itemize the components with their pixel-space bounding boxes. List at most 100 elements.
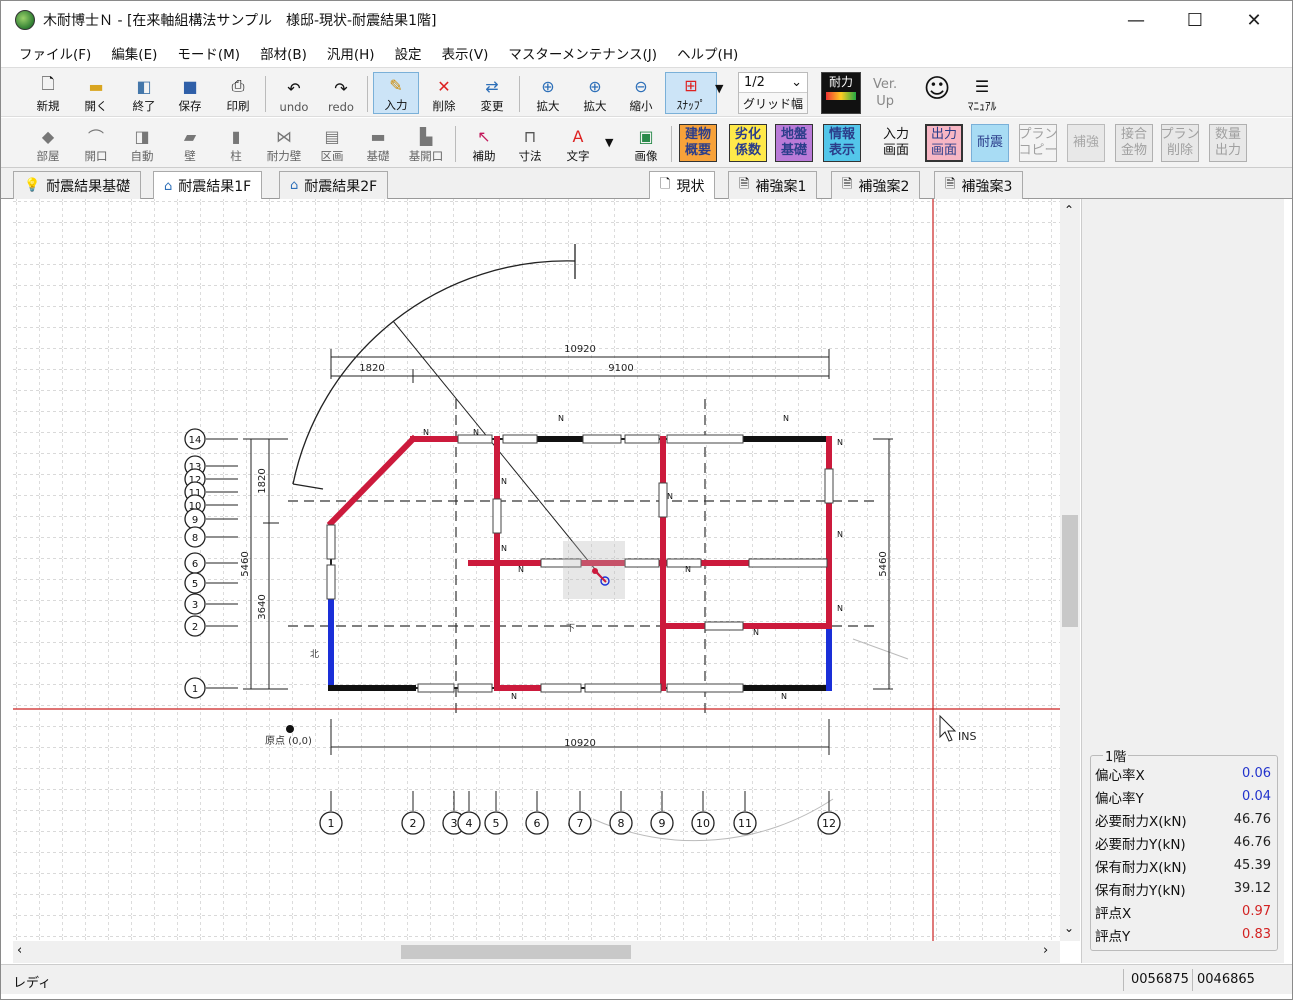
dim-left-seg: 1820 [359,363,384,374]
grid-width-select[interactable]: 1/2 ⌄ グリッド幅 [738,72,808,114]
output-screen-button[interactable]: 出力 画面 [925,124,963,162]
svg-text:N: N [501,544,507,553]
svg-text:N: N [501,477,507,486]
close-button[interactable]: ✕ [1225,1,1283,39]
redo-button[interactable]: ↷ redo [318,72,364,115]
plan-delete-button[interactable]: プラン 削除 [1161,124,1200,162]
auxiliary-button[interactable]: ↖ 補助 [461,122,507,164]
result-row: 評点X 0.97 [1095,900,1271,923]
wall-button[interactable]: ▰ 壁 [167,122,213,164]
horizontal-scroll-thumb[interactable] [401,945,631,959]
building-overview-button[interactable]: 建物 概要 [679,124,717,162]
result-value: 0.97 [1242,904,1271,919]
x-axis-label: 9 [659,817,666,830]
svg-text:N: N [473,428,479,437]
scroll-left-icon[interactable]: ‹ [17,943,22,958]
result-row: 保有耐力X(kN) 45.39 [1095,854,1271,877]
seismic-button[interactable]: 耐震 [971,124,1009,162]
zone-icon: ▤ [324,126,340,146]
svg-text:N: N [518,565,524,574]
text-button[interactable]: A 文字 [555,122,601,164]
label-lower: 下 [566,624,575,634]
zoom-in-area-button[interactable]: ⊕ 拡大 [572,72,618,114]
input-mode-button[interactable]: ✎ 入力 [373,72,419,114]
joint-hardware-button[interactable]: 接合 金物 [1115,124,1153,162]
svg-text:N: N [781,692,787,701]
reinforce-button[interactable]: 補強 [1067,124,1105,162]
menu-file[interactable]: ファイル(F) [9,43,101,63]
foundation-opening-icon: ▙ [419,126,433,146]
text-dropdown-arrow[interactable]: ▼ [605,136,613,149]
y-axis-label: 3 [192,600,198,611]
change-button[interactable]: ⇄ 変更 [469,72,515,114]
tab-seismic-2f[interactable]: ⌂ 耐震結果2F [279,171,389,199]
bearing-wall-button[interactable]: ⋈ 耐力壁 [261,122,307,164]
menu-settings[interactable]: 設定 [385,43,432,63]
maximize-button[interactable]: ☐ [1166,1,1224,39]
menu-edit[interactable]: 編集(E) [101,43,167,63]
menu-general[interactable]: 汎用(H) [317,43,385,63]
zone-button[interactable]: ▤ 区画 [309,122,355,164]
menu-view[interactable]: 表示(V) [432,43,499,63]
svg-text:N: N [783,414,789,423]
horizontal-scrollbar[interactable]: ‹ › [13,941,1060,963]
y-axis-label: 9 [192,515,198,526]
assistant-avatar[interactable]: ☺ [919,74,955,114]
auto-icon: ◨ [134,126,150,146]
chevron-down-icon: ⌄ [791,75,802,90]
menu-help[interactable]: ヘルプ(H) [667,43,748,63]
ground-foundation-button[interactable]: 地盤 基礎 [775,124,813,162]
opening-button[interactable]: ⌒ 開口 [73,122,119,164]
undo-button[interactable]: ↶ undo [271,72,317,115]
open-button[interactable]: ▬ 開く [73,72,119,114]
manual-button[interactable]: ☰ ﾏﾆｭｱﾙ [959,72,1005,114]
grid-width-label: グリッド幅 [742,97,803,111]
room-button[interactable]: ◆ 部屋 [25,122,71,164]
snap-button[interactable]: ⊞ ｽﾅｯﾌﾟ [665,72,717,114]
zoom-in-button[interactable]: ⊕ 拡大 [525,72,571,114]
input-screen-button[interactable]: 入力 画面 [877,124,915,162]
strength-display-button[interactable]: 耐力 [821,72,861,114]
x-axis-label: 6 [534,817,541,830]
scroll-up-icon[interactable]: ⌃ [1064,203,1074,217]
menu-mode[interactable]: モード(M) [167,43,250,63]
pillar-button[interactable]: ▮ 柱 [213,122,259,164]
new-button[interactable]: 🗋 新規 [25,72,71,114]
scroll-down-icon[interactable]: ⌄ [1064,921,1074,935]
tab-plan-1[interactable]: 🗎 補強案1 [728,171,818,199]
version-up-button[interactable]: Ver. Up [873,76,897,110]
tab-seismic-1f[interactable]: ⌂ 耐震結果1F [153,171,263,200]
zoom-out-button[interactable]: ⊖ 縮小 [618,72,664,114]
drawing-canvas[interactable]: 10920 1820 9100 10920 5460 1820 3640 546… [13,199,1060,941]
tab-plan-3[interactable]: 🗎 補強案3 [934,171,1024,199]
snap-dropdown-arrow[interactable]: ▼ [715,82,723,95]
house-icon: ⌂ [290,178,299,193]
vertical-scrollbar[interactable]: ⌃ ⌄ [1060,199,1080,941]
plan-copy-button[interactable]: プラン コピー [1019,124,1058,162]
scroll-right-icon[interactable]: › [1043,943,1048,958]
save-button[interactable]: ■ 保存 [167,72,213,114]
dimension-button[interactable]: ⊓ 寸法 [507,122,553,164]
foundation-opening-button[interactable]: ▙ 基開口 [403,122,449,164]
info-display-button[interactable]: 情報 表示 [823,124,861,162]
document-lines-icon: 🗎 [842,176,853,192]
exit-button[interactable]: ◧ 終了 [121,72,167,114]
image-button[interactable]: ▣ 画像 [623,122,669,164]
tab-current[interactable]: 🗋 現状 [649,171,716,200]
quantity-output-button[interactable]: 数量 出力 [1209,124,1247,162]
minimize-button[interactable]: — [1107,1,1165,39]
menu-member[interactable]: 部材(B) [250,43,317,63]
auto-button[interactable]: ◨ 自動 [119,122,165,164]
print-icon: ⎙ [231,76,245,95]
vertical-scroll-thumb[interactable] [1062,515,1078,627]
y-axis-label: 14 [189,435,202,446]
tab-seismic-foundation[interactable]: 💡 耐震結果基礎 [13,171,142,199]
delete-button[interactable]: ✕ 削除 [421,72,467,114]
foundation-button[interactable]: ▬ 基礎 [355,122,401,164]
status-bar: レディ 0056875 0046865 [1,964,1292,994]
deterioration-button[interactable]: 劣化 係数 [729,124,767,162]
tab-plan-2[interactable]: 🗎 補強案2 [831,171,921,199]
menu-master-maintenance[interactable]: マスターメンテナンス(J) [498,43,667,63]
print-button[interactable]: ⎙ 印刷 [215,72,261,114]
dim-total-bottom: 10920 [564,738,596,749]
